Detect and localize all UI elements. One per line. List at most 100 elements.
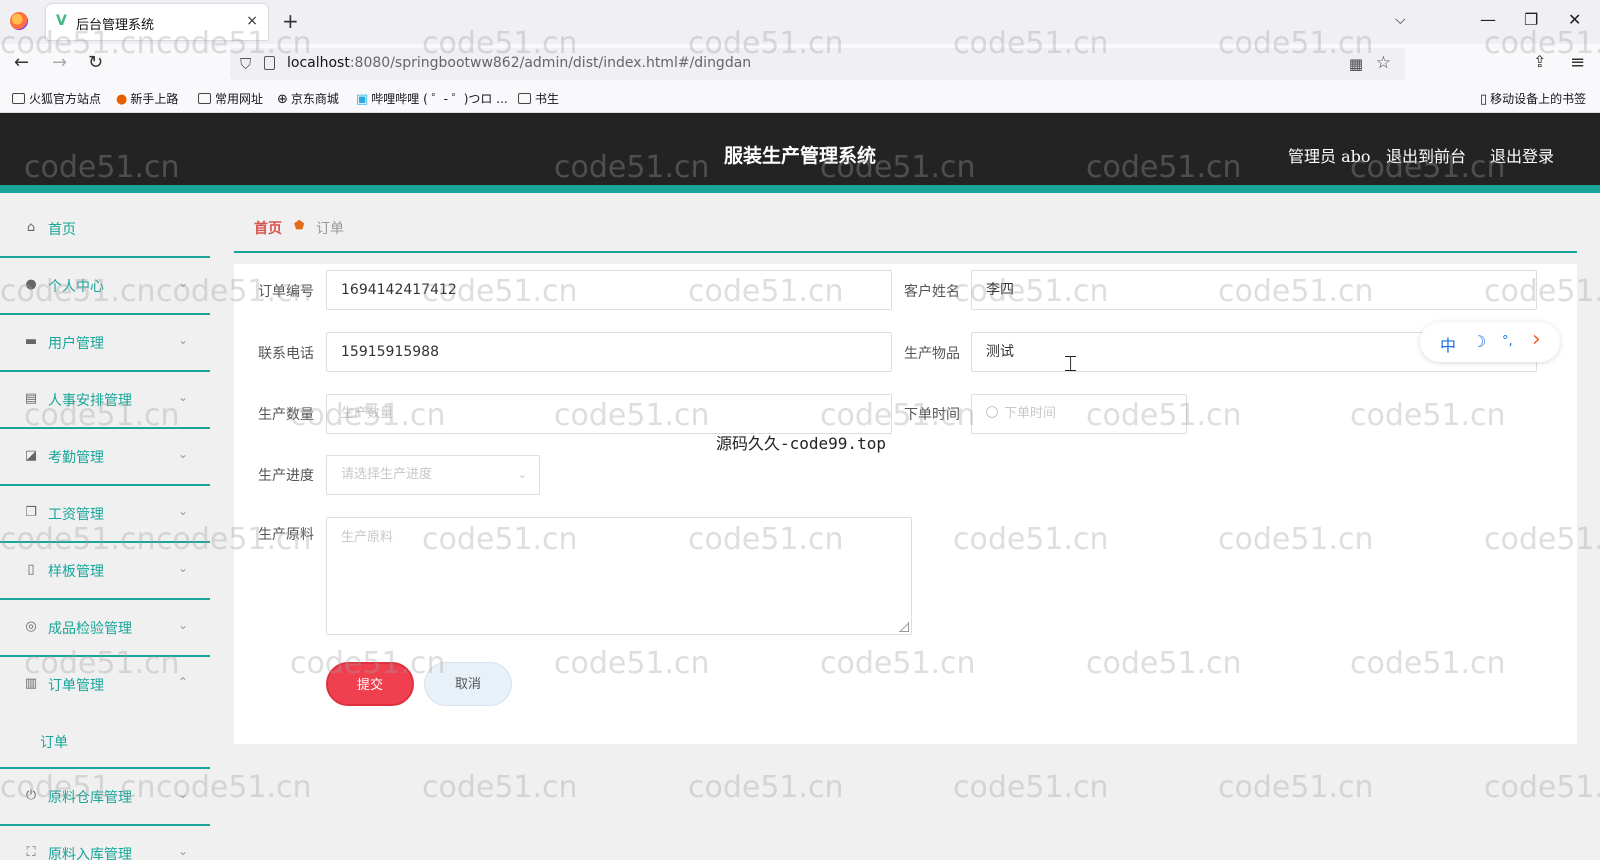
bookmark-item[interactable]: ▣ 哔哩哔哩 ( ゜- ゜)つロ ... [356, 90, 508, 107]
material-placeholder: 生产原料 [341, 530, 394, 545]
browser-tab[interactable]: V 后台管理系统 × [46, 4, 268, 40]
chevron-down-icon: ⌄ [177, 787, 188, 801]
mobile-icon: ▯ [1480, 92, 1488, 107]
chevron-down-icon: ⌄ [177, 447, 188, 461]
restore-icon[interactable]: ❐ [1524, 10, 1538, 29]
briefcase-icon: ▬ [24, 334, 38, 349]
punctuation-icon[interactable]: °, [1502, 334, 1513, 349]
folder-icon [518, 93, 531, 104]
customer-label: 客户姓名 [904, 284, 960, 300]
chevron-right-icon[interactable]: › [1532, 327, 1541, 352]
breadcrumb-separator-icon: ⬟ [294, 218, 305, 232]
order-time-picker[interactable]: 下单时间 [971, 394, 1187, 434]
breadcrumb-current: 订单 [316, 221, 344, 237]
shield-icon[interactable]: ⛉ [240, 55, 251, 73]
progress-label: 生产进度 [258, 468, 314, 484]
chevron-down-icon: ⌄ [177, 844, 188, 858]
watermark: code51.cn [1218, 770, 1374, 805]
user-icon: ● [25, 277, 37, 292]
progress-select[interactable]: 请选择生产进度 ⌄ [326, 455, 540, 495]
new-tab-button[interactable]: + [282, 9, 299, 33]
cancel-button[interactable]: 取消 [424, 662, 512, 706]
breadcrumb: 首页 ⬟ 订单 [234, 201, 1577, 253]
moon-icon[interactable]: ☽ [1472, 332, 1486, 351]
bookmark-item[interactable]: ● 新手上路 [116, 90, 178, 107]
vue-icon: V [56, 13, 67, 29]
reload-icon[interactable]: ↻ [88, 52, 103, 73]
url-path: :8080/springbootww862/admin/dist/index.h… [349, 55, 752, 71]
sidebar-subitem-order[interactable]: 订单 [0, 714, 210, 769]
sidebar-item-inbound[interactable]: ⛶ 原料入库管理 ⌄ [0, 826, 210, 860]
chevron-down-icon: ⌄ [177, 333, 188, 347]
sidebar-item-warehouse[interactable]: ⏻ 原料仓库管理 ⌄ [0, 769, 210, 826]
material-textarea[interactable]: 生产原料 [326, 517, 912, 635]
order-time-placeholder: 下单时间 [1004, 406, 1057, 421]
sidebar-item-label: 订单管理 [48, 678, 104, 694]
sidebar-item-label: 工资管理 [48, 507, 104, 523]
folder-icon [198, 93, 211, 104]
logout-link[interactable]: 退出登录 [1490, 143, 1554, 167]
watermark: code51.cn [688, 770, 844, 805]
sidebar-item-personal[interactable]: ● 个人中心 ⌄ [0, 258, 210, 315]
qr-code-icon[interactable]: ▦ [1349, 55, 1363, 73]
ime-chinese-toggle[interactable]: 中 [1440, 332, 1456, 356]
sidebar-item-inspection[interactable]: ◎ 成品检验管理 ⌄ [0, 600, 210, 657]
fullscreen-icon: ⛶ [26, 845, 36, 860]
phone-input[interactable]: 15915915988 [326, 332, 892, 372]
forward-icon[interactable]: → [52, 52, 67, 73]
tab-title: 后台管理系统 [76, 18, 155, 33]
home-icon: ⌂ [26, 220, 36, 235]
bookmark-item[interactable]: 火狐官方站点 [12, 90, 101, 107]
phone-label: 联系电话 [258, 346, 314, 362]
sidebar-item-attendance[interactable]: ◪ 考勤管理 ⌄ [0, 429, 210, 486]
quantity-input[interactable]: 生产数量 [326, 394, 892, 434]
bookmark-item[interactable]: 常用网址 [198, 90, 263, 107]
order-time-label: 下单时间 [904, 407, 960, 423]
mobile-bookmarks[interactable]: ▯ 移动设备上的书签 [1480, 90, 1586, 107]
window-close-icon[interactable]: ✕ [1568, 10, 1581, 29]
ime-toolbar[interactable]: 中 ☽ °, › [1420, 322, 1560, 362]
menu-icon[interactable]: ≡ [1570, 52, 1585, 73]
customer-input[interactable]: 李四 [971, 270, 1537, 310]
text-cursor-icon: ⌶ [1064, 352, 1078, 377]
sidebar-item-hr[interactable]: ▤ 人事安排管理 ⌄ [0, 372, 210, 429]
back-icon[interactable]: ← [14, 52, 29, 73]
chevron-down-icon: ⌄ [177, 561, 188, 575]
sidebar-item-home[interactable]: ⌂ 首页 [0, 201, 210, 258]
url-bar[interactable]: ⛉ localhost:8080/springbootww862/admin/d… [230, 48, 1405, 80]
progress-placeholder: 请选择生产进度 [341, 467, 433, 482]
resize-handle-icon[interactable] [899, 622, 909, 632]
bookmark-star-icon[interactable]: ☆ [1376, 53, 1391, 73]
quantity-label: 生产数量 [258, 407, 314, 423]
globe-icon: ⊕ [277, 92, 288, 107]
sidebar-item-users[interactable]: ▬ 用户管理 ⌄ [0, 315, 210, 372]
breadcrumb-home[interactable]: 首页 [254, 218, 282, 238]
sidebar-item-salary[interactable]: ❐ 工资管理 ⌄ [0, 486, 210, 543]
url-text[interactable]: localhost:8080/springbootww862/admin/dis… [287, 55, 751, 71]
firefox-icon[interactable] [10, 12, 28, 30]
sidebar-item-label: 样板管理 [48, 564, 104, 580]
sidebar-item-label: 人事安排管理 [48, 393, 132, 409]
extensions-icon[interactable]: ⇪ [1533, 52, 1546, 71]
watermark: code51.cn [422, 770, 578, 805]
chart-icon: ◪ [24, 448, 38, 463]
tab-close-button[interactable]: × [246, 13, 258, 29]
minimize-icon[interactable]: — [1480, 10, 1496, 29]
sidebar-item-orders[interactable]: ▥ 订单管理 ⌃ [0, 657, 210, 714]
bilibili-icon: ▣ [356, 92, 369, 107]
app-header: 服装生产管理系统 管理员 abo 退出到前台 退出登录 [0, 113, 1600, 193]
submit-button[interactable]: 提交 [326, 662, 414, 706]
browser-tabbar: V 后台管理系统 × + ⌵ — ❐ ✕ [0, 0, 1600, 44]
bookmark-item[interactable]: 书生 [518, 90, 559, 107]
sidebar-item-label: 考勤管理 [48, 450, 104, 466]
list-tabs-chevron-icon[interactable]: ⌵ [1395, 12, 1406, 28]
sidebar-item-label: 首页 [48, 222, 76, 238]
sidebar-item-samples[interactable]: ▯ 样板管理 ⌄ [0, 543, 210, 600]
bookmark-item[interactable]: ⊕ 京东商城 [277, 90, 339, 107]
order-no-input[interactable]: 1694142417412 [326, 270, 892, 310]
material-label: 生产原料 [258, 527, 314, 543]
overlay-watermark-text: 源码久久-code99.top [716, 434, 886, 453]
copy-icon: ❐ [25, 505, 37, 520]
back-to-front-link[interactable]: 退出到前台 [1386, 143, 1466, 167]
url-host: localhost [287, 55, 350, 71]
